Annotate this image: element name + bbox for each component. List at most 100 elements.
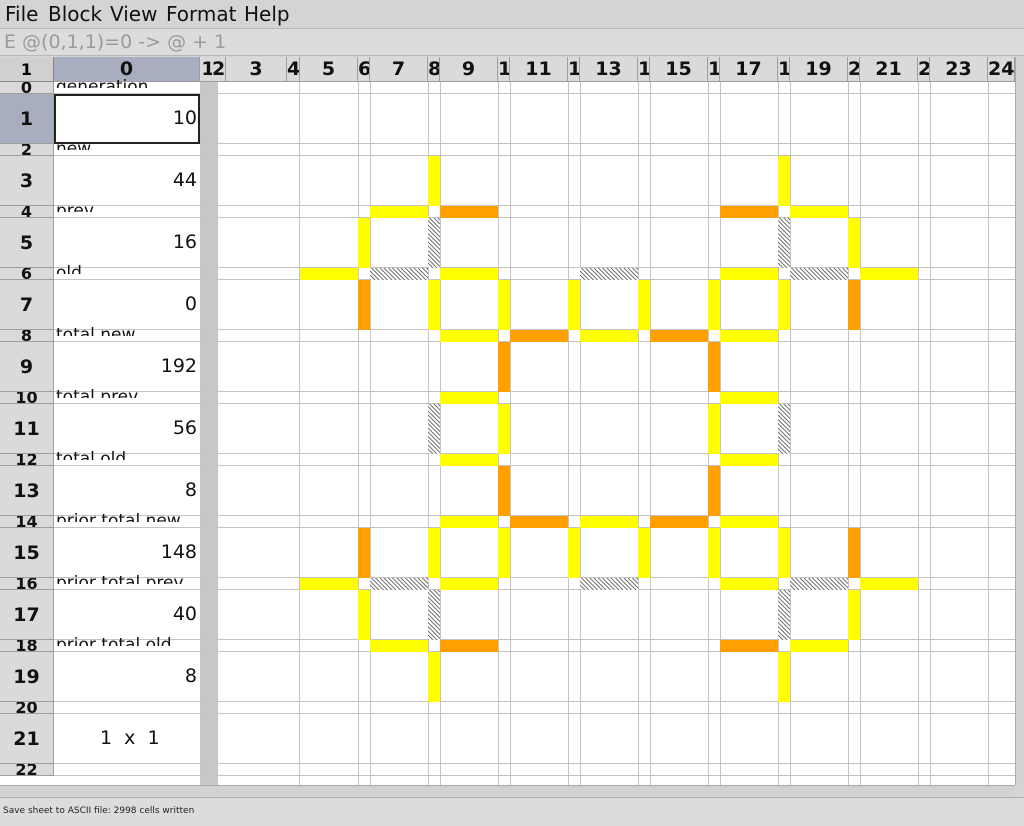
old-cell[interactable] (778, 218, 790, 268)
column-header-14[interactable]: 14 (638, 57, 650, 82)
live-cell[interactable] (568, 528, 580, 578)
label-cell[interactable]: prior total prev (56, 572, 184, 584)
live-cell[interactable] (498, 280, 510, 330)
column-header-18[interactable]: 18 (778, 57, 790, 82)
column-header-12[interactable]: 12 (568, 57, 580, 82)
grid-size-cell[interactable]: 1 x 1 (100, 727, 160, 749)
menu-block[interactable]: Block (48, 2, 102, 26)
live-cell[interactable] (848, 590, 860, 640)
label-cell[interactable]: total old (56, 448, 126, 460)
value-cell[interactable]: 56 (173, 417, 197, 439)
live-cell[interactable] (358, 218, 370, 268)
label-cell[interactable]: prev (56, 200, 94, 212)
new-cell[interactable] (848, 528, 860, 578)
value-cell[interactable]: 44 (173, 169, 197, 191)
live-cell[interactable] (580, 516, 638, 528)
value-cell[interactable]: 8 (185, 479, 197, 501)
column-header-24[interactable]: 24 (988, 57, 1015, 82)
live-cell[interactable] (790, 206, 848, 218)
row-header-1[interactable]: 1 (0, 94, 54, 144)
row-header-9[interactable]: 9 (0, 342, 54, 392)
live-cell[interactable] (720, 516, 778, 528)
new-cell[interactable] (358, 280, 370, 330)
value-cell[interactable]: 148 (161, 541, 197, 563)
old-cell[interactable] (790, 578, 848, 590)
column-header-13[interactable]: 13 (580, 57, 638, 82)
row-header-7[interactable]: 7 (0, 280, 54, 330)
new-cell[interactable] (498, 342, 510, 392)
menu-file[interactable]: File (5, 2, 38, 26)
new-cell[interactable] (440, 640, 498, 652)
old-cell[interactable] (370, 268, 428, 280)
column-header-21[interactable]: 21 (860, 57, 918, 82)
live-cell[interactable] (720, 268, 778, 280)
live-cell[interactable] (428, 528, 440, 578)
row-header-17[interactable]: 17 (0, 590, 54, 640)
new-cell[interactable] (650, 516, 708, 528)
old-cell[interactable] (428, 590, 440, 640)
formula-input[interactable]: E @(0,1,1)=0 -> @ + 1 (4, 31, 226, 53)
live-cell[interactable] (778, 528, 790, 578)
vertical-scrollbar[interactable] (1015, 57, 1024, 785)
label-cell[interactable]: prior total new (56, 510, 181, 522)
column-header-5[interactable]: 5 (300, 57, 358, 82)
live-cell[interactable] (860, 578, 918, 590)
new-cell[interactable] (848, 280, 860, 330)
column-header-7[interactable]: 7 (370, 57, 428, 82)
old-cell[interactable] (778, 404, 790, 454)
live-cell[interactable] (720, 578, 778, 590)
row-header-21[interactable]: 21 (0, 714, 54, 764)
old-cell[interactable] (580, 578, 638, 590)
selected-cell[interactable] (54, 94, 200, 144)
row-header-10[interactable]: 10 (0, 392, 54, 404)
row-header-5[interactable]: 5 (0, 218, 54, 268)
live-cell[interactable] (708, 404, 720, 454)
new-cell[interactable] (498, 466, 510, 516)
label-cell[interactable]: total new (56, 324, 135, 336)
row-header-11[interactable]: 11 (0, 404, 54, 454)
old-cell[interactable] (370, 578, 428, 590)
new-cell[interactable] (510, 516, 568, 528)
live-cell[interactable] (860, 268, 918, 280)
live-cell[interactable] (428, 156, 440, 206)
row-header-12[interactable]: 12 (0, 454, 54, 466)
live-cell[interactable] (580, 330, 638, 342)
live-cell[interactable] (778, 652, 790, 702)
live-cell[interactable] (300, 268, 358, 280)
row-header-4[interactable]: 4 (0, 206, 54, 218)
live-cell[interactable] (790, 640, 848, 652)
sheet-selector[interactable]: 1 (0, 57, 54, 82)
label-cell[interactable]: prior total old (56, 634, 172, 646)
row-header-13[interactable]: 13 (0, 466, 54, 516)
live-cell[interactable] (498, 404, 510, 454)
old-cell[interactable] (428, 218, 440, 268)
new-cell[interactable] (358, 528, 370, 578)
new-cell[interactable] (440, 206, 498, 218)
live-cell[interactable] (440, 330, 498, 342)
live-cell[interactable] (848, 218, 860, 268)
new-cell[interactable] (708, 466, 720, 516)
column-header-19[interactable]: 19 (790, 57, 848, 82)
value-cell[interactable]: 8 (185, 665, 197, 687)
column-header-4[interactable]: 4 (287, 57, 300, 82)
row-header-6[interactable]: 6 (0, 268, 54, 280)
live-cell[interactable] (708, 280, 720, 330)
live-cell[interactable] (568, 280, 580, 330)
row-header-19[interactable]: 19 (0, 652, 54, 702)
new-cell[interactable] (720, 206, 778, 218)
column-header-20[interactable]: 20 (848, 57, 860, 82)
new-cell[interactable] (708, 342, 720, 392)
live-cell[interactable] (370, 640, 428, 652)
row-header-20[interactable]: 20 (0, 702, 54, 714)
label-cell[interactable]: old (56, 262, 82, 274)
column-header-17[interactable]: 17 (720, 57, 778, 82)
live-cell[interactable] (498, 528, 510, 578)
column-header-15[interactable]: 15 (650, 57, 708, 82)
column-header-2[interactable]: 2 (212, 57, 226, 82)
label-cell[interactable]: total prev (56, 386, 138, 398)
row-header-8[interactable]: 8 (0, 330, 54, 342)
new-cell[interactable] (720, 640, 778, 652)
value-cell[interactable]: 16 (173, 231, 197, 253)
old-cell[interactable] (778, 590, 790, 640)
menu-format[interactable]: Format (166, 2, 236, 26)
